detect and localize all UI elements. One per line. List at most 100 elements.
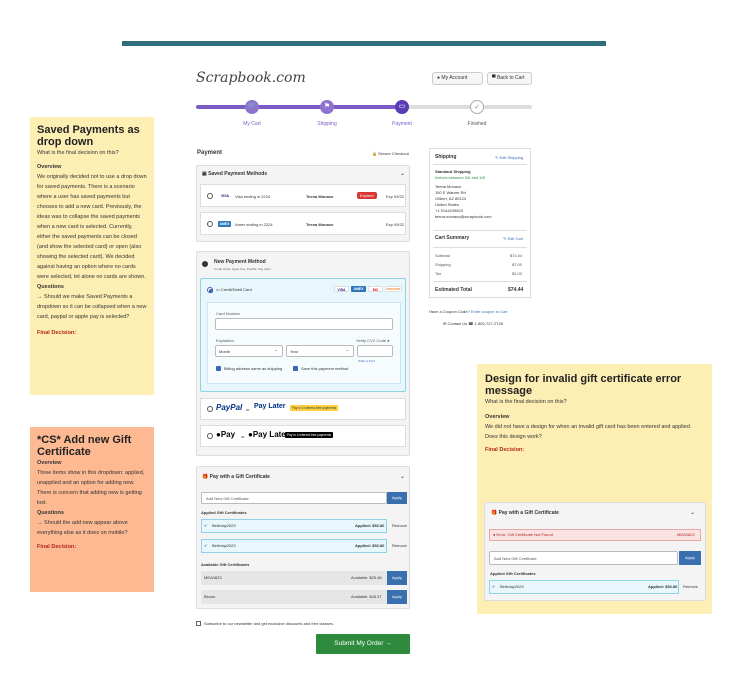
note-overview-heading: Overview (37, 460, 62, 466)
remove-link[interactable]: Remove (392, 543, 407, 548)
gift-cert-header[interactable]: 🎁 Pay with a Gift Certificate (491, 510, 559, 516)
year-select[interactable]: Year ⌄ (286, 345, 354, 357)
cart-step-icon: 🛒 (245, 100, 259, 114)
expired-badge: Expired (357, 192, 377, 199)
card-number-label: Card Number (216, 311, 241, 316)
lock-icon: 🔒 (372, 151, 377, 156)
gift-cert-input[interactable]: Add New Gift Certificate (489, 551, 678, 565)
top-banner-bar (122, 41, 606, 46)
gift-cert-header[interactable]: 🎁 Pay with a Gift Certificate (202, 474, 270, 480)
remove-link[interactable]: Remove (392, 523, 407, 528)
new-payment-title: New Payment Method (214, 259, 266, 265)
save-method-label: Save this payment method (301, 366, 349, 371)
saved-card-exp: Exp 09/22 (386, 222, 405, 227)
month-select[interactable]: Month ⌄ (215, 345, 283, 357)
applied-cert-amount: Applied: $53.80 (648, 584, 678, 589)
note-questions-heading: Questions (37, 510, 64, 516)
note-gift-certificate: *CS* Add new Gift Certificate Overview T… (30, 427, 154, 592)
note-questions: → Should the add new appear above everyt… (37, 520, 128, 536)
user-icon: ● (437, 75, 441, 81)
apply-button[interactable]: Apply (679, 551, 701, 565)
total-label: Estimated Total (435, 287, 472, 293)
error-code: MEA0823 (677, 532, 695, 537)
saved-card-radio[interactable] (207, 221, 213, 227)
visa-logo: VISA (218, 193, 232, 199)
paypal-radio[interactable] (207, 406, 213, 412)
chevron-down-icon: ⌄ (345, 347, 349, 352)
divider (433, 164, 527, 165)
saved-card-name: Teena Monaco (306, 222, 334, 227)
enter-coupon-link[interactable]: Enter coupon in Cart (471, 309, 508, 314)
shipping-arrives: Arrives between 3/6 and 3/8 (435, 175, 485, 180)
expiration-label: Expiration (216, 338, 234, 343)
chevron-down-icon[interactable]: ⌄ (400, 473, 405, 480)
apply-button[interactable]: Apply (387, 571, 407, 585)
apply-button[interactable]: Apply (387, 492, 407, 504)
step-label-payment: Payment (392, 121, 412, 127)
divider (433, 281, 527, 282)
cvv-label: Verify CVV Code ● (356, 338, 390, 343)
info-icon[interactable]: ● (387, 338, 389, 343)
chevron-down-icon[interactable]: ⌄ (690, 509, 695, 516)
chevron-down-icon: ⌄ (274, 347, 278, 352)
note-overview: We did not have a design for when an inv… (485, 424, 692, 440)
cvv-input[interactable] (357, 345, 393, 357)
gift-cert-panel (196, 466, 410, 609)
submit-order-button[interactable]: Submit My Order → (316, 634, 410, 654)
apply-button[interactable]: Apply (387, 590, 407, 604)
shipping-step-icon: ⚑ (320, 100, 334, 114)
note-saved-payments: Saved Payments as drop down What is the … (30, 117, 154, 395)
note-overview: We originally decided not to use a drop … (37, 174, 147, 280)
edit-cart-link[interactable]: ✎ Edit Cart (503, 236, 523, 241)
billing-same-label: Billing address same as shipping (224, 366, 283, 371)
gift-cert-input[interactable]: Add New Gift Certificate (201, 492, 387, 504)
newsletter-checkbox[interactable] (196, 621, 201, 626)
edit-shipping-link[interactable]: ✎ Edit Shipping (495, 155, 523, 160)
applepay-radio[interactable] (207, 433, 213, 439)
applied-cert-code: Birthday2023 (212, 543, 236, 548)
gift-icon: 🎁 (202, 474, 209, 480)
note-title: Design for invalid gift certificate erro… (485, 373, 682, 397)
saved-card-radio[interactable] (207, 193, 213, 199)
back-to-cart-button[interactable]: ▀ Back to Cart (487, 72, 532, 85)
arrow-right-icon: → (385, 640, 392, 647)
card-icon: ▭ (216, 287, 220, 292)
available-certs-title: Available Gift Certificates (201, 562, 250, 567)
new-payment-radio[interactable] (202, 261, 208, 267)
summary-label: Shipping (435, 262, 451, 267)
summary-value: $2.00 (512, 271, 523, 276)
card-number-input[interactable] (215, 318, 393, 330)
check-icon: ✔ (204, 523, 208, 528)
divider (433, 230, 527, 231)
payment-step-icon: ▭ (395, 100, 409, 114)
credit-card-radio[interactable] (207, 287, 213, 293)
my-account-button[interactable]: ● My Account (432, 72, 483, 85)
check-icon: ✔ (492, 584, 496, 589)
phone-number[interactable]: 1-800-727-2726 (475, 321, 503, 326)
chevron-down-icon[interactable]: ⌄ (400, 170, 405, 177)
note-final-decision: Final Decision: (485, 447, 525, 453)
applepay-logo: ●Pay (216, 430, 236, 439)
secure-checkout: 🔒 Secure Checkout (372, 151, 409, 156)
saved-card-exp: Exp 09/22 (386, 194, 405, 199)
shipping-method: Standard Shipping (435, 169, 471, 174)
available-cert-amount: Available: $45.37 (351, 594, 382, 599)
applied-cert-amount: Applied: $53.80 (355, 523, 385, 528)
paypal-logo: PayPal (216, 403, 243, 412)
coupon-line: Have a Coupon Code? Enter coupon in Cart (429, 309, 508, 314)
remove-link[interactable]: Remove (683, 584, 698, 589)
gift-icon: 🎁 (491, 510, 498, 516)
billing-same-checkbox[interactable] (216, 366, 221, 371)
saved-payments-header[interactable]: ▣ Saved Payment Methods (202, 171, 267, 177)
card-icon: ▣ (202, 171, 207, 177)
edit-icon: ✎ (495, 155, 499, 160)
note-question: What is the final decision on this? (485, 399, 567, 405)
paypal-badge: Pay in 4 interest-free payments (290, 405, 339, 411)
save-method-checkbox[interactable] (293, 366, 298, 371)
step-label-shipping: Shipping (317, 121, 337, 127)
amex-logo: AMEX (218, 221, 231, 227)
note-overview-heading: Overview (485, 414, 510, 420)
contact-us-link[interactable]: Contact Us (447, 321, 467, 326)
site-logo[interactable]: Scrapbook.com (196, 70, 306, 86)
whats-this-link[interactable]: What is this? (358, 359, 375, 363)
